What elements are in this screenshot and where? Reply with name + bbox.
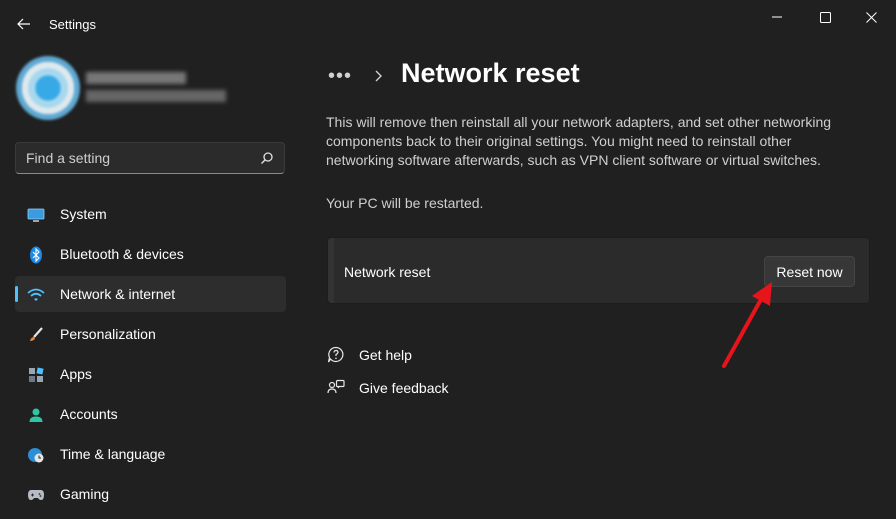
wifi-icon [27, 286, 45, 304]
sidebar-item-label: System [60, 206, 107, 222]
give-feedback-label: Give feedback [359, 379, 449, 396]
sidebar-item-network[interactable]: Network & internet [15, 276, 286, 312]
apps-icon [27, 366, 45, 384]
monitor-icon [27, 206, 45, 224]
person-icon [27, 406, 45, 424]
user-profile[interactable] [16, 52, 286, 124]
app-title: Settings [49, 17, 96, 32]
maximize-button[interactable] [802, 4, 848, 30]
restart-note: Your PC will be restarted. [326, 195, 484, 211]
help-links: Get help Give feedback [326, 338, 449, 404]
profile-name-redacted [86, 72, 186, 84]
bluetooth-icon [27, 246, 45, 264]
breadcrumb-more-button[interactable]: ••• [328, 65, 358, 88]
profile-email-redacted [86, 90, 226, 102]
minimize-button[interactable] [754, 4, 800, 30]
search-input[interactable] [16, 143, 246, 173]
close-button[interactable] [848, 4, 894, 30]
close-icon [865, 11, 877, 23]
back-arrow-icon [17, 18, 30, 30]
globe-clock-icon [27, 446, 45, 464]
get-help-label: Get help [359, 346, 412, 363]
get-help-link[interactable]: Get help [326, 338, 449, 371]
sidebar-item-label: Personalization [60, 326, 156, 342]
active-indicator [15, 286, 18, 302]
sidebar-item-label: Time & language [60, 446, 166, 462]
search-icon[interactable] [260, 151, 274, 165]
sidebar-item-time-language[interactable]: Time & language [15, 436, 286, 472]
gamepad-icon [27, 486, 45, 504]
help-chat-icon [326, 345, 346, 365]
annotation-arrow-icon [722, 282, 772, 368]
feedback-icon [326, 378, 346, 398]
search-box [15, 142, 285, 174]
sidebar-nav: System Bluetooth & devices Network & int… [15, 196, 286, 516]
page-description: This will remove then reinstall all your… [326, 114, 832, 168]
give-feedback-link[interactable]: Give feedback [326, 371, 449, 404]
sidebar-item-label: Apps [60, 366, 92, 382]
brush-icon [27, 326, 45, 344]
back-button[interactable] [10, 10, 38, 38]
sidebar-item-gaming[interactable]: Gaming [15, 476, 286, 512]
page-title: Network reset [401, 58, 580, 88]
card-label: Network reset [344, 264, 431, 280]
breadcrumb: ••• [328, 58, 386, 94]
sidebar-item-bluetooth[interactable]: Bluetooth & devices [15, 236, 286, 272]
maximize-icon [819, 11, 831, 23]
chevron-right-icon [375, 70, 382, 82]
minimize-icon [772, 16, 782, 18]
sidebar-item-label: Gaming [60, 486, 110, 502]
sidebar-item-label: Accounts [60, 406, 118, 422]
sidebar-item-apps[interactable]: Apps [15, 356, 286, 392]
sidebar-item-personalization[interactable]: Personalization [15, 316, 286, 352]
card-accent [328, 238, 334, 303]
sidebar-item-system[interactable]: System [15, 196, 286, 232]
sidebar-item-accounts[interactable]: Accounts [15, 396, 286, 432]
sidebar-item-label: Bluetooth & devices [60, 246, 184, 262]
title-bar: Settings [0, 0, 896, 44]
avatar [16, 56, 80, 120]
sidebar-item-label: Network & internet [60, 286, 176, 302]
